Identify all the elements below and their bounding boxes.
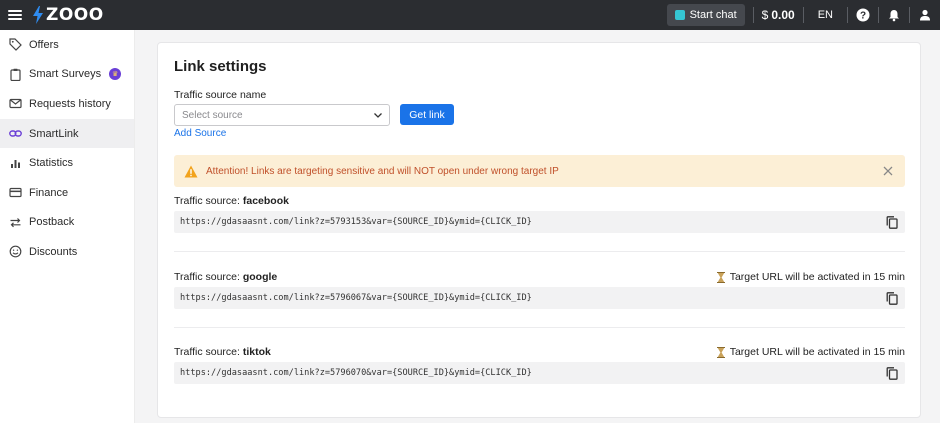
user-icon[interactable] — [910, 0, 940, 30]
top-bar: ZOOO Start chat $ 0.00 EN ? — [0, 0, 940, 30]
sidebar-item-offers[interactable]: Offers — [0, 30, 134, 60]
sidebar-item-label: Offers — [29, 38, 59, 51]
tag-icon — [9, 38, 22, 52]
copy-icon[interactable] — [885, 291, 899, 305]
help-icon[interactable]: ? — [848, 0, 878, 30]
sidebar-item-discounts[interactable]: Discounts — [0, 237, 134, 267]
warning-icon — [184, 164, 198, 178]
language-switch[interactable]: EN — [804, 9, 847, 21]
divider — [174, 251, 905, 252]
url-field[interactable]: https://gdasaasnt.com/link?z=5796067&var… — [174, 287, 905, 309]
sidebar-item-label: Discounts — [29, 245, 78, 258]
source-label-prefix: Traffic source: — [174, 346, 243, 358]
url-text: https://gdasaasnt.com/link?z=5796070&var… — [180, 368, 532, 378]
balance-value: 0.00 — [771, 8, 795, 22]
hourglass-icon — [716, 346, 725, 358]
source-label-prefix: Traffic source: — [174, 271, 243, 283]
source-label: Traffic source: facebook — [174, 195, 289, 207]
link-settings-card: Link settings Traffic source name Select… — [157, 42, 921, 418]
source-block-google: Traffic source: google Target URL will b… — [174, 271, 905, 311]
bell-icon[interactable] — [879, 0, 909, 30]
logo-text: ZOOO — [46, 5, 104, 25]
activation-timer: Target URL will be activated in 15 min — [716, 271, 905, 283]
clipboard-icon — [9, 68, 22, 81]
source-block-facebook: Traffic source: facebook https://gdasaas… — [174, 195, 905, 235]
source-name: facebook — [242, 195, 289, 207]
url-text: https://gdasaasnt.com/link?z=5793153&var… — [180, 217, 532, 227]
link-icon — [9, 127, 22, 140]
source-label: Traffic source: google — [174, 271, 277, 283]
start-chat-label: Start chat — [689, 9, 737, 21]
activation-timer: Target URL will be activated in 15 min — [716, 346, 905, 358]
url-field[interactable]: https://gdasaasnt.com/link?z=5796070&var… — [174, 362, 905, 384]
balance-currency: $ — [761, 8, 769, 22]
sidebar-item-label: SmartLink — [29, 127, 79, 140]
traffic-source-label: Traffic source name — [174, 89, 267, 101]
source-select-placeholder: Select source — [182, 109, 243, 121]
url-field[interactable]: https://gdasaasnt.com/link?z=5793153&var… — [174, 211, 905, 233]
start-chat-button[interactable]: Start chat — [666, 4, 745, 26]
sidebar-item-smartlink[interactable]: SmartLink — [0, 118, 134, 149]
mail-icon — [9, 97, 22, 110]
hourglass-icon — [716, 271, 725, 283]
warning-alert: Attention! Links are targeting sensitive… — [174, 155, 905, 187]
sidebar-item-label: Smart Surveys — [29, 68, 102, 81]
divider — [174, 327, 905, 328]
copy-icon[interactable] — [885, 366, 899, 380]
swap-icon — [9, 216, 22, 229]
sidebar-item-label: Finance — [29, 186, 69, 199]
sidebar-item-requests-history[interactable]: Requests history — [0, 89, 134, 119]
svg-text:?: ? — [860, 11, 866, 22]
source-name: google — [242, 271, 278, 283]
source-block-tiktok: Traffic source: tiktok Target URL will b… — [174, 346, 905, 386]
source-label-prefix: Traffic source: — [174, 195, 243, 207]
timer-text: Target URL will be activated in 15 min — [729, 346, 905, 358]
menu-icon[interactable] — [8, 10, 22, 20]
sidebar-item-label: Postback — [29, 216, 75, 229]
timer-text: Target URL will be activated in 15 min — [729, 271, 905, 283]
smile-icon — [9, 245, 22, 258]
crown-badge-icon: ♛ — [109, 68, 122, 81]
sidebar-item-statistics[interactable]: Statistics — [0, 148, 134, 178]
sidebar-item-label: Requests history — [29, 97, 111, 110]
balance[interactable]: $ 0.00 — [754, 8, 803, 22]
page-title: Link settings — [174, 58, 267, 75]
sidebar-item-label: Statistics — [29, 157, 74, 170]
sidebar-item-smart-surveys[interactable]: Smart Surveys ♛ — [0, 60, 134, 90]
url-text: https://gdasaasnt.com/link?z=5796067&var… — [180, 293, 532, 303]
alert-message: Attention! Links are targeting sensitive… — [206, 165, 559, 177]
source-select[interactable]: Select source — [174, 104, 390, 126]
source-name: tiktok — [242, 346, 271, 358]
get-link-button[interactable]: Get link — [400, 104, 454, 125]
chat-icon — [674, 10, 685, 20]
copy-icon[interactable] — [885, 215, 899, 229]
add-source-link[interactable]: Add Source — [174, 128, 226, 139]
source-label: Traffic source: tiktok — [174, 346, 271, 358]
sidebar-item-postback[interactable]: Postback — [0, 208, 134, 238]
chevron-down-icon — [373, 110, 383, 123]
bolt-icon — [33, 6, 43, 24]
sidebar: Offers Smart Surveys ♛ Requests history … — [0, 30, 135, 423]
logo[interactable]: ZOOO — [32, 5, 104, 25]
card-icon — [9, 186, 22, 199]
close-icon[interactable] — [881, 164, 895, 178]
bar-chart-icon — [9, 157, 22, 170]
sidebar-item-finance[interactable]: Finance — [0, 178, 134, 208]
